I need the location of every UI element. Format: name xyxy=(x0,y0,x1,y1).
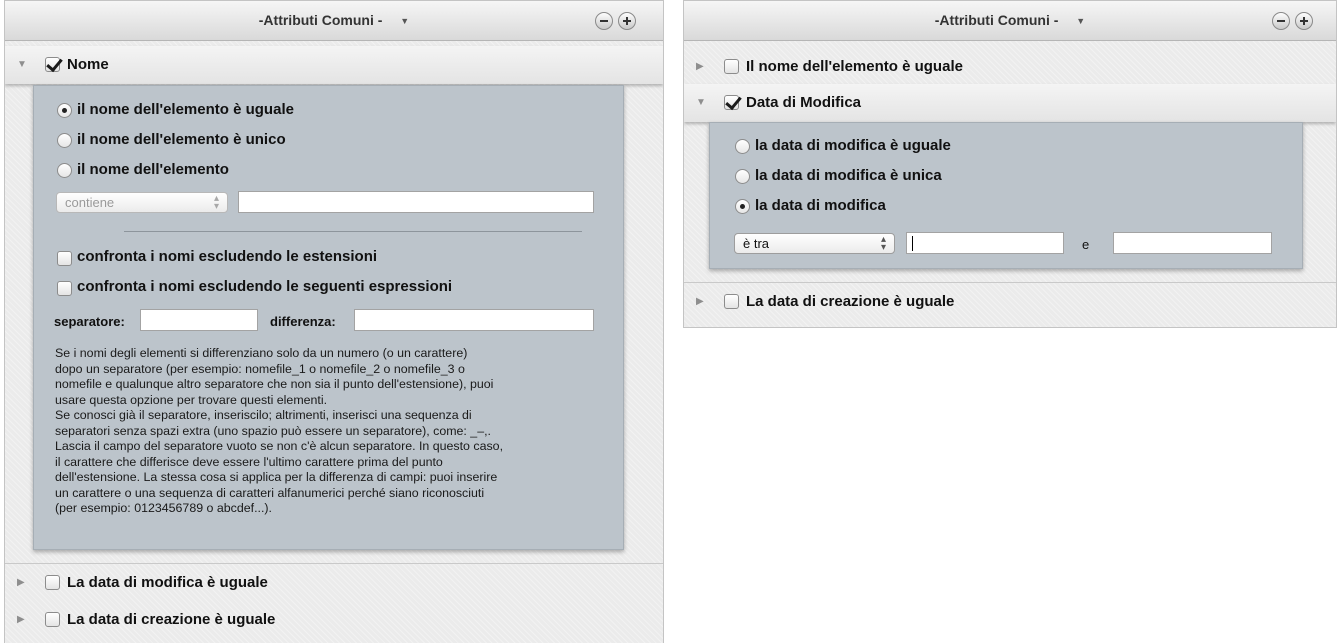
radio-name-equal-label: il nome dell'elemento è uguale xyxy=(77,101,294,118)
left-panel-titlebar: -Attributi Comuni - ▼ xyxy=(5,1,663,41)
creation-date-checkbox[interactable] xyxy=(724,294,739,309)
range-and-label: e xyxy=(1082,237,1090,252)
name-equal-label: Il nome dell'elemento è uguale xyxy=(746,58,963,75)
disclosure-triangle-right-icon[interactable]: ▶ xyxy=(17,577,25,588)
creation-date-label: La data di creazione è uguale xyxy=(746,293,955,310)
right-title-menu[interactable]: -Attributi Comuni - ▼ xyxy=(684,12,1336,28)
modification-date-label: Data di Modifica xyxy=(746,94,862,111)
condition-select[interactable]: contiene ▴ ▾ xyxy=(56,192,228,213)
disclosure-triangle-right-icon[interactable]: ▶ xyxy=(17,614,25,625)
add-button[interactable] xyxy=(618,12,636,30)
radio-name-equal[interactable] xyxy=(57,103,72,118)
creation-date-row[interactable]: ▶ La data di creazione è uguale xyxy=(5,601,663,639)
left-attributes-panel: -Attributi Comuni - ▼ ▼ Nome il nome del… xyxy=(4,0,664,643)
left-title-menu[interactable]: -Attributi Comuni - ▼ xyxy=(5,12,663,28)
nome-checkbox[interactable] xyxy=(45,57,60,72)
radio-name-unique[interactable] xyxy=(57,133,72,148)
text-caret xyxy=(912,236,913,251)
range-from-field[interactable] xyxy=(906,232,1064,254)
modification-date-checkbox[interactable] xyxy=(724,95,739,110)
disclosure-triangle-down-icon[interactable]: ▼ xyxy=(696,97,706,108)
left-panel-title: -Attributi Comuni - xyxy=(258,12,383,28)
radio-date-equal-label: la data di modifica è uguale xyxy=(755,137,951,154)
creation-date-checkbox[interactable] xyxy=(45,612,60,627)
minus-icon xyxy=(1277,20,1285,22)
creation-date-row[interactable]: ▶ La data di creazione è uguale xyxy=(684,282,1336,320)
disclosure-triangle-right-icon[interactable]: ▶ xyxy=(696,61,704,72)
right-panel-titlebar: -Attributi Comuni - ▼ xyxy=(684,1,1336,41)
radio-date-unique-label: la data di modifica è unica xyxy=(755,167,942,184)
radio-name-unique-label: il nome dell'elemento è unico xyxy=(77,131,286,148)
remove-button[interactable] xyxy=(595,12,613,30)
difference-label: differenza: xyxy=(270,314,336,329)
radio-date-equal[interactable] xyxy=(735,139,750,154)
right-panel-title: -Attributi Comuni - xyxy=(934,12,1059,28)
nome-label: Nome xyxy=(67,56,109,73)
exclude-expressions-label: confronta i nomi escludendo le seguenti … xyxy=(77,278,453,295)
help-text: Se i nomi degli elementi si differenzian… xyxy=(55,346,504,515)
condition-select-value: contiene xyxy=(65,195,115,210)
remove-button[interactable] xyxy=(1272,12,1290,30)
nome-row[interactable]: ▼ Nome xyxy=(5,46,663,84)
radio-name[interactable] xyxy=(57,163,72,178)
menu-arrow-down-icon: ▼ xyxy=(400,16,410,26)
modification-date-label: La data di modifica è uguale xyxy=(67,574,268,591)
radio-date-label: la data di modifica xyxy=(755,197,886,214)
separator-label: separatore: xyxy=(54,314,125,329)
modification-date-row[interactable]: ▶ La data di modifica è uguale xyxy=(5,563,663,601)
range-to-field[interactable] xyxy=(1113,232,1272,254)
disclosure-triangle-right-icon[interactable]: ▶ xyxy=(696,296,704,307)
radio-date-unique[interactable] xyxy=(735,169,750,184)
exclude-extensions-checkbox[interactable] xyxy=(57,251,72,266)
disclosure-triangle-down-icon[interactable]: ▼ xyxy=(17,59,27,70)
date-options-panel: la data di modifica è uguale la data di … xyxy=(709,122,1303,269)
add-button[interactable] xyxy=(1295,12,1313,30)
select-arrows-icon: ▴ ▾ xyxy=(880,234,886,253)
separator-field[interactable] xyxy=(140,309,258,331)
exclude-extensions-label: confronta i nomi escludendo le estension… xyxy=(77,248,378,265)
nome-options-panel: il nome dell'elemento è uguale il nome d… xyxy=(33,85,624,550)
separator-line xyxy=(124,231,582,232)
creation-date-label: La data di creazione è uguale xyxy=(67,611,276,628)
minus-icon xyxy=(600,20,608,22)
menu-arrow-down-icon: ▼ xyxy=(1076,16,1086,26)
name-equal-row[interactable]: ▶ Il nome dell'elemento è uguale xyxy=(684,48,1336,86)
radio-date[interactable] xyxy=(735,199,750,214)
modification-date-checkbox[interactable] xyxy=(45,575,60,590)
range-select-value: è tra xyxy=(743,236,770,251)
difference-field[interactable] xyxy=(354,309,594,331)
exclude-expressions-checkbox[interactable] xyxy=(57,281,72,296)
modification-date-row[interactable]: ▼ Data di Modifica xyxy=(684,84,1336,122)
select-arrows-icon: ▴ ▾ xyxy=(213,193,219,212)
range-select[interactable]: è tra ▴ ▾ xyxy=(734,233,895,254)
condition-value-field[interactable] xyxy=(238,191,594,213)
right-attributes-panel: -Attributi Comuni - ▼ ▶ Il nome dell'ele… xyxy=(683,0,1337,328)
radio-name-label: il nome dell'elemento xyxy=(77,161,229,178)
name-equal-checkbox[interactable] xyxy=(724,59,739,74)
